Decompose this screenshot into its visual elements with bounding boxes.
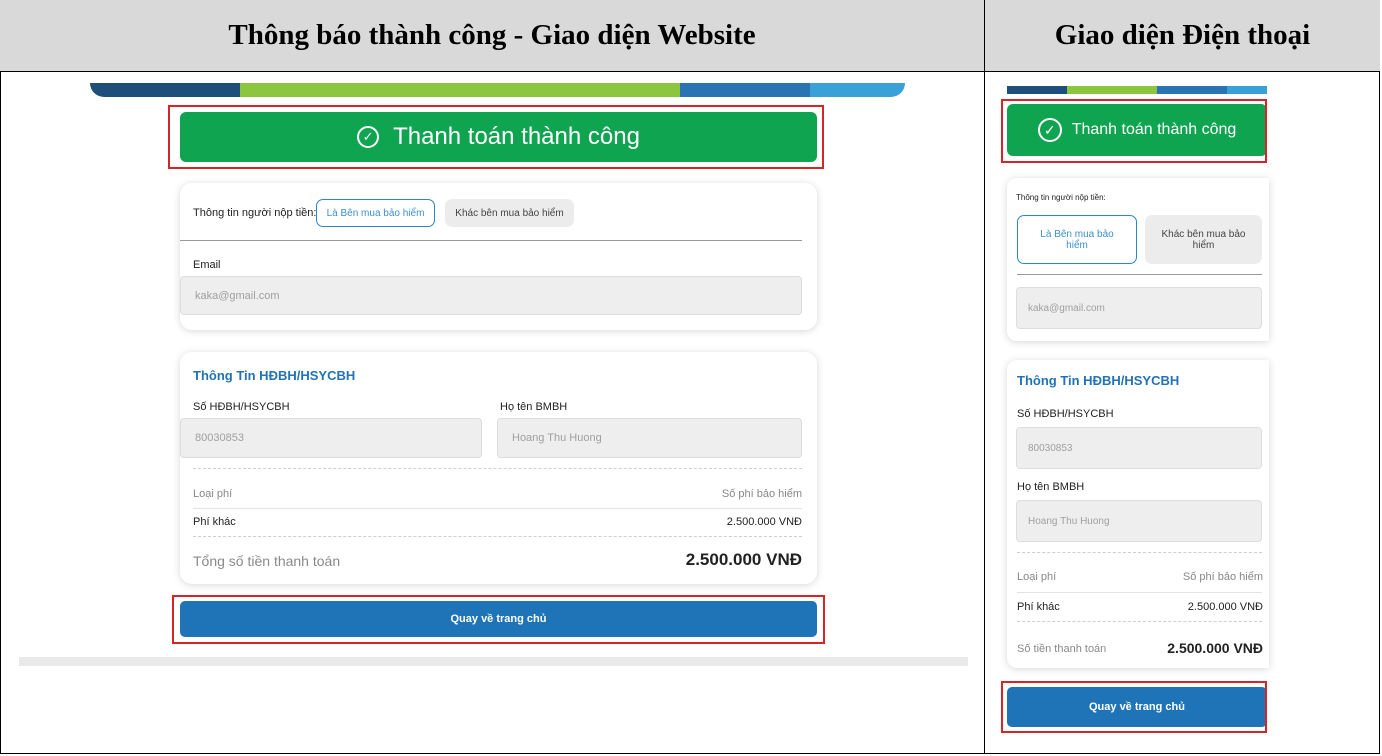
option-buyer-button[interactable]: Là Bên mua bảo hiểm (1017, 215, 1137, 264)
row-divider (1017, 592, 1262, 593)
page-footer-bar (19, 657, 968, 666)
dashed-divider (193, 536, 802, 537)
option-buyer-button[interactable]: Là Bên mua bảo hiểm (316, 199, 435, 227)
email-field[interactable]: kaka@gmail.com (1016, 287, 1262, 329)
insured-name-field[interactable]: Hoang Thu Huong (497, 418, 802, 458)
contract-number-label: Số HĐBH/HSYCBH (1017, 408, 1114, 420)
insured-name-label: Họ tên BMBH (500, 401, 568, 413)
contract-number-field[interactable]: 80030853 (1016, 427, 1262, 469)
fee-row-amount: 2.500.000 VNĐ (1187, 601, 1263, 613)
total-amount: 2.500.000 VNĐ (1167, 640, 1263, 656)
contract-section-title: Thông Tin HĐBH/HSYCBH (1017, 373, 1180, 388)
highlight-box-home-button (172, 595, 825, 644)
highlight-box-mobile-home-button (1001, 681, 1267, 733)
insured-name-label: Họ tên BMBH (1017, 481, 1085, 493)
contract-number-label: Số HĐBH/HSYCBH (193, 401, 290, 413)
fee-row-type: Phí khác (193, 516, 236, 528)
total-amount: 2.500.000 VNĐ (685, 550, 802, 569)
fee-type-column-header: Loại phí (1017, 571, 1057, 583)
fee-row-amount: 2.500.000 VNĐ (726, 516, 802, 528)
option-other-button[interactable]: Khác bên mua bảo hiểm (1145, 215, 1262, 264)
row-divider (193, 508, 802, 509)
option-other-button[interactable]: Khác bên mua bảo hiểm (445, 199, 574, 227)
dashed-divider (193, 468, 802, 469)
dashed-divider (1017, 552, 1262, 553)
dashed-divider (1017, 621, 1262, 622)
payer-info-label: Thông tin người nộp tiền: (193, 207, 317, 219)
fee-type-column-header: Loại phí (193, 488, 233, 500)
column-divider (984, 72, 985, 754)
highlight-box-success (168, 105, 824, 169)
mobile-header-decoration-band (1007, 86, 1267, 94)
header-decoration-band (90, 83, 905, 97)
payer-info-label: Thông tin người nộp tiền: (1016, 193, 1106, 202)
fee-amount-column-header: Số phí bảo hiểm (721, 488, 802, 500)
mobile-column-header: Giao diện Điện thoại (985, 0, 1380, 72)
divider (180, 240, 802, 241)
insured-name-field[interactable]: Hoang Thu Huong (1016, 500, 1262, 542)
fee-amount-column-header: Số phí bảo hiểm (1182, 571, 1263, 583)
highlight-box-mobile-success (1001, 99, 1267, 163)
divider (1017, 274, 1262, 275)
email-field[interactable]: kaka@gmail.com (180, 276, 802, 315)
contract-section-title: Thông Tin HĐBH/HSYCBH (193, 368, 356, 383)
fee-row-type: Phí khác (1017, 601, 1060, 613)
contract-number-field[interactable]: 80030853 (180, 418, 482, 458)
total-label: Số tiền thanh toán (1017, 643, 1107, 655)
website-column-header: Thông báo thành công - Giao diện Website (0, 0, 985, 72)
email-label: Email (193, 259, 221, 271)
total-label: Tổng số tiền thanh toán (193, 553, 341, 569)
